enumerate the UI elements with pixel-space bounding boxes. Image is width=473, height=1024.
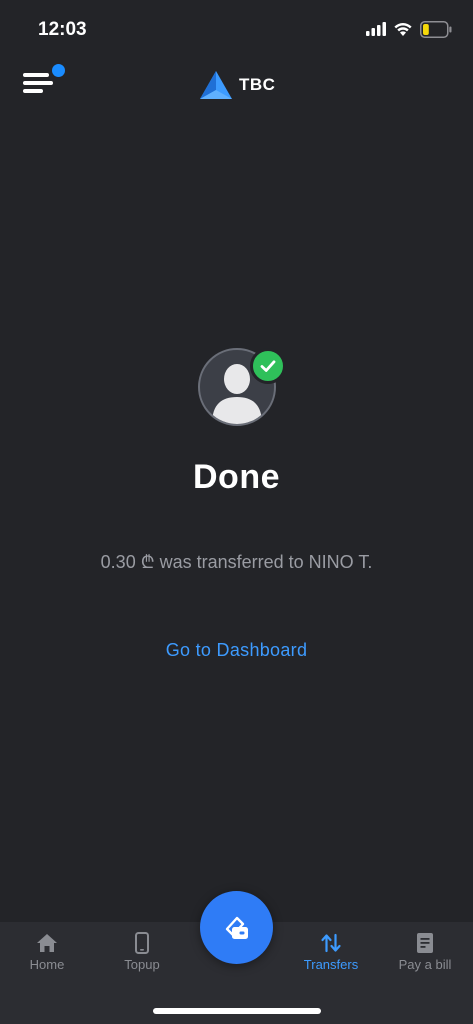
home-indicator: [153, 1008, 321, 1014]
bill-icon: [417, 933, 433, 953]
status-bar: 12:03: [0, 0, 473, 60]
menu-line: [23, 81, 53, 85]
tab-pay-a-bill[interactable]: Pay a bill: [378, 932, 472, 976]
go-to-dashboard-link[interactable]: Go to Dashboard: [0, 640, 473, 661]
recipient-avatar: [196, 346, 288, 430]
home-icon: [37, 934, 57, 952]
tab-topup[interactable]: Topup: [95, 932, 189, 976]
battery-icon: [420, 21, 452, 38]
tab-home[interactable]: Home: [0, 932, 94, 976]
check-icon: [260, 360, 276, 372]
menu-button[interactable]: [20, 64, 66, 100]
wifi-icon: [394, 23, 412, 36]
tab-label: Topup: [124, 957, 160, 972]
tab-label: Home: [29, 957, 65, 972]
result-title: Done: [193, 458, 280, 496]
tab-label: Pay a bill: [398, 957, 452, 972]
tab-label: Transfers: [303, 957, 359, 972]
status-time: 12:03: [38, 19, 87, 40]
tbc-logo-icon: [200, 71, 232, 99]
tab-transfers[interactable]: Transfers: [284, 932, 378, 976]
menu-line: [23, 73, 49, 77]
phone-icon: [135, 932, 149, 954]
transfer-message: 0.30 ₾ was transferred to NINO T.: [100, 552, 373, 572]
cellular-signal-icon: [366, 22, 386, 36]
brand-name: TBC: [239, 75, 276, 94]
center-action-button[interactable]: [200, 891, 273, 964]
success-badge: [250, 348, 286, 384]
brand-logo: TBC: [199, 69, 275, 101]
wallet-card-icon: [225, 916, 248, 939]
notification-dot: [52, 64, 65, 77]
menu-line: [23, 89, 43, 93]
transfer-arrows-icon: [321, 933, 341, 953]
